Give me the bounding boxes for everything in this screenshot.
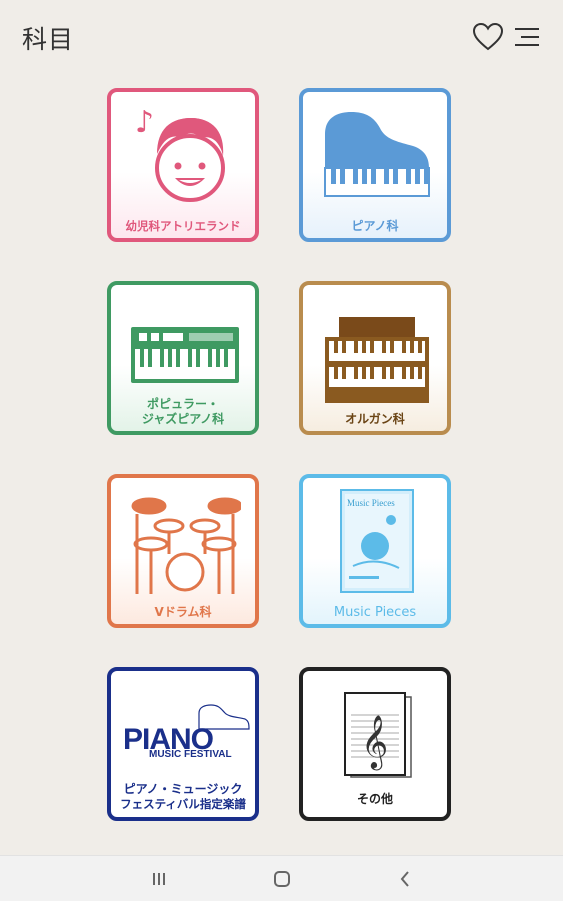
recent-apps-icon[interactable] bbox=[148, 868, 170, 890]
tile-popular-jazz-course[interactable]: ポピュラー・ ジャズピアノ科 bbox=[107, 281, 259, 435]
tile-label: ピアノ科 bbox=[351, 219, 399, 233]
tile-label: 幼児科アトリエランド bbox=[125, 219, 241, 233]
tile-label: Music Pieces bbox=[333, 605, 417, 620]
grand-piano-icon bbox=[324, 112, 430, 197]
tile-label-line2: フェスティバル指定楽譜 bbox=[120, 797, 246, 811]
sheet-music-icon: 𝄞 bbox=[344, 692, 412, 778]
tile-label-line1: ピアノ・ミュージック bbox=[123, 782, 243, 796]
svg-text:♪: ♪ bbox=[135, 105, 154, 140]
tile-vdrum-course[interactable]: Vドラム科 bbox=[107, 474, 259, 628]
menu-icon[interactable] bbox=[512, 24, 542, 50]
tile-label-line1: ポピュラー・ bbox=[146, 397, 219, 411]
drum-kit-icon bbox=[131, 497, 241, 594]
tile-label: オルガン科 bbox=[345, 412, 405, 426]
tile-label-line2: ジャズピアノ科 bbox=[141, 412, 225, 426]
tile-piano-course[interactable]: ピアノ科 bbox=[299, 88, 451, 242]
svg-text:𝄞: 𝄞 bbox=[361, 714, 388, 770]
organ-icon bbox=[325, 317, 429, 403]
back-icon[interactable] bbox=[394, 868, 416, 890]
tile-organ-course[interactable]: オルガン科 bbox=[299, 281, 451, 435]
festival-logo-subtitle: MUSIC FESTIVAL bbox=[149, 749, 232, 760]
tile-music-pieces[interactable]: Music Pieces Music Pieces bbox=[299, 474, 451, 628]
tile-kids-course[interactable]: ♪ 幼児科アトリエランド bbox=[107, 88, 259, 242]
tile-label: その他 bbox=[356, 792, 393, 806]
home-icon[interactable] bbox=[271, 868, 293, 890]
child-face-icon: ♪ bbox=[135, 105, 225, 202]
tile-other[interactable]: 𝄞 その他 bbox=[299, 667, 451, 821]
book-cover-title: Music Pieces bbox=[347, 498, 395, 508]
app-header: 科目 bbox=[0, 0, 563, 72]
heart-icon[interactable] bbox=[472, 22, 504, 52]
system-nav-bar bbox=[0, 855, 563, 901]
tile-label: Vドラム科 bbox=[154, 605, 212, 619]
keyboard-icon bbox=[131, 327, 239, 383]
page-title: 科目 bbox=[22, 25, 75, 54]
tile-piano-music-festival[interactable]: PIANO MUSIC FESTIVAL ピアノ・ミュージック フェスティバル指… bbox=[107, 667, 259, 821]
